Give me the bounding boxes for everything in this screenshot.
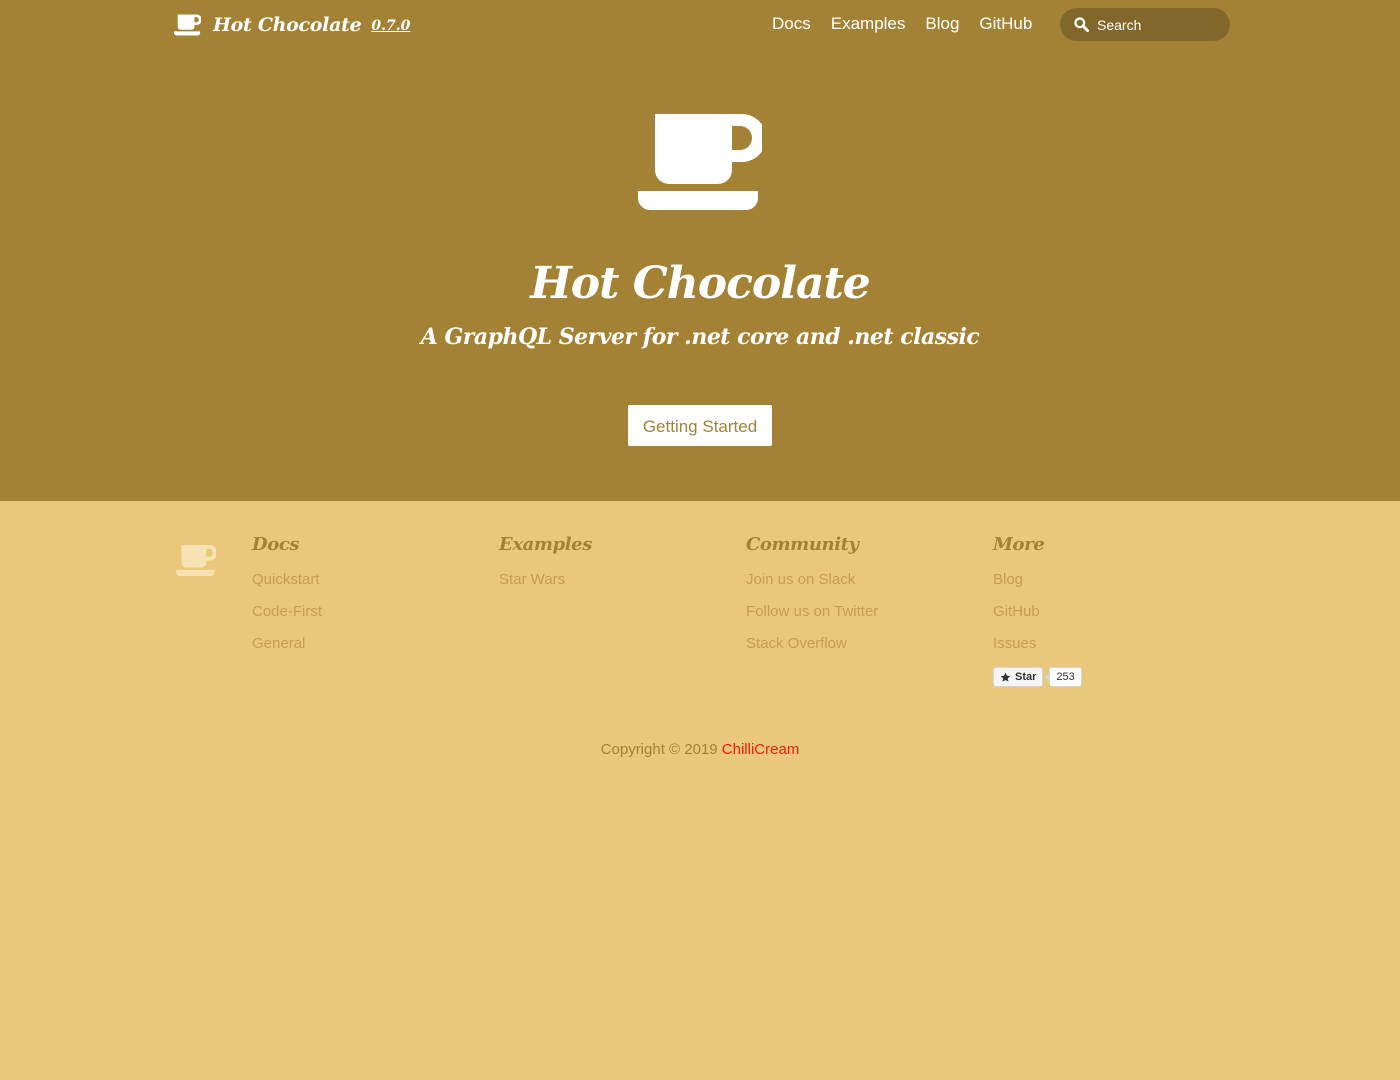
- footer-link-general[interactable]: General: [252, 635, 322, 667]
- hero-tagline: A GraphQL Server for .net core and .net …: [420, 324, 980, 350]
- footer-column-community: Community Join us on Slack Follow us on …: [746, 531, 878, 667]
- footer-column-examples: Examples Star Wars: [499, 531, 592, 603]
- coffee-cup-icon: [174, 14, 201, 36]
- github-star-label: Star: [1015, 671, 1037, 683]
- footer-link-stack-overflow[interactable]: Stack Overflow: [746, 635, 878, 667]
- getting-started-button[interactable]: Getting Started: [628, 405, 772, 446]
- footer-link-github[interactable]: GitHub: [993, 603, 1082, 635]
- top-navbar: Hot Chocolate 0.7.0 Docs Examples Blog G…: [0, 0, 1400, 50]
- footer-links-docs: Quickstart Code-First General: [252, 571, 322, 667]
- search-icon: [1074, 17, 1089, 32]
- coffee-cup-icon: [638, 114, 762, 210]
- search-box[interactable]: [1060, 8, 1230, 41]
- copyright: Copyright © 2019 ChilliCream: [0, 741, 1400, 758]
- footer-links-examples: Star Wars: [499, 571, 592, 603]
- footer-heading-community: Community: [746, 534, 859, 555]
- footer-column-docs: Docs Quickstart Code-First General: [252, 531, 322, 667]
- footer-heading-examples: Examples: [499, 534, 592, 555]
- version-link[interactable]: 0.7.0: [371, 18, 410, 34]
- nav-docs[interactable]: Docs: [762, 14, 821, 34]
- nav-examples[interactable]: Examples: [821, 14, 916, 34]
- footer-link-blog[interactable]: Blog: [993, 571, 1082, 603]
- nav-blog[interactable]: Blog: [915, 14, 969, 34]
- nav-github[interactable]: GitHub: [969, 14, 1042, 34]
- brand-link[interactable]: Hot Chocolate 0.7.0: [174, 12, 410, 38]
- footer-link-quickstart[interactable]: Quickstart: [252, 571, 322, 603]
- search-input[interactable]: [1097, 16, 1217, 33]
- footer-link-star-wars[interactable]: Star Wars: [499, 571, 592, 603]
- hero-title: Hot Chocolate: [530, 258, 871, 309]
- github-star-count[interactable]: 253: [1045, 667, 1082, 687]
- github-star-button[interactable]: Star: [993, 667, 1044, 687]
- copyright-text: Copyright © 2019: [600, 741, 718, 758]
- footer-link-slack[interactable]: Join us on Slack: [746, 571, 878, 603]
- footer-column-more: More Blog GitHub Issues Star 253: [993, 531, 1082, 687]
- nav-links: Docs Examples Blog GitHub: [762, 14, 1042, 34]
- footer-heading-more: More: [993, 534, 1045, 555]
- star-icon: [1000, 672, 1011, 682]
- footer-heading-docs: Docs: [252, 534, 300, 555]
- coffee-cup-icon[interactable]: [176, 545, 216, 576]
- footer-link-code-first[interactable]: Code-First: [252, 603, 322, 635]
- footer-links-more: Blog GitHub Issues Star 253: [993, 571, 1082, 687]
- footer-links-community: Join us on Slack Follow us on Twitter St…: [746, 571, 878, 667]
- hero-section: Hot Chocolate 0.7.0 Docs Examples Blog G…: [0, 0, 1400, 501]
- footer-link-twitter[interactable]: Follow us on Twitter: [746, 603, 878, 635]
- footer-link-issues[interactable]: Issues: [993, 635, 1082, 667]
- chillicream-link[interactable]: ChilliCream: [722, 741, 800, 758]
- github-star-widget: Star 253: [993, 667, 1082, 687]
- brand-title: Hot Chocolate: [213, 14, 362, 36]
